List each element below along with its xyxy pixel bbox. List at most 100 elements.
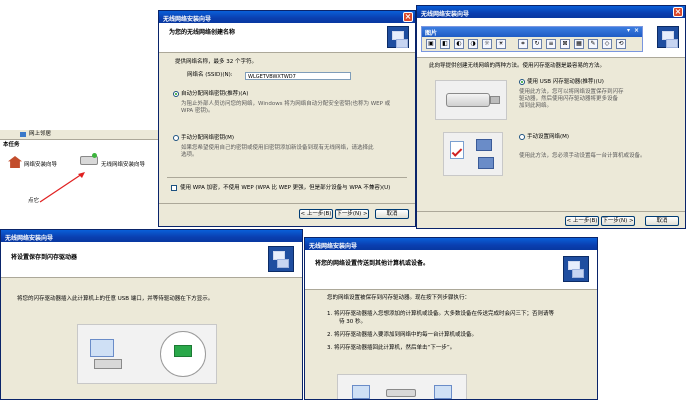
auto-key-label[interactable]: 自动分配网络密钥(推荐)(A) [181,91,248,98]
header-title: 为您的无线网络创建名称 [169,29,236,36]
line-style-icon[interactable]: ≡ [546,39,556,49]
more-contrast-icon[interactable]: ◐ [454,39,464,49]
wizard-header: 将您的网络设置传送到其他计算机或设备。 [305,250,597,290]
window-title-bar[interactable]: 无线网络安装向导 [305,238,597,250]
wireless-badge-icon [92,153,97,158]
step-1b: 待 30 秒。 [339,319,366,325]
wpa-checkbox[interactable] [171,185,177,191]
toolbar-title-bar[interactable]: 图片 ▾ × [422,27,642,37]
auto-key-desc-2: WPA 密钥)。 [181,108,214,114]
manual-key-desc-1: 如果您希望使用自己的密钥或使用旧密钥添加新设备到现有无线网络，请选择此 [181,145,374,151]
ssid-label: 网络名 (SSID)(N): [187,72,233,78]
manual-key-label[interactable]: 手动分配网络密钥(M) [181,135,234,142]
computer-base-icon [94,359,122,369]
insert-picture-icon[interactable]: ▣ [426,39,436,49]
window-title-bar[interactable]: 无线网络安装向导 [417,6,685,18]
cancel-button[interactable]: 取消 [375,209,409,219]
intro-text: 您的网络设置被保存到闪存驱动器。现在按下列步骤执行： [327,295,471,301]
wizard-window-transfer-settings: 无线网络安装向导 将您的网络设置传送到其他计算机或设备。 您的网络设置被保存到闪… [304,237,598,400]
wizard-header: 将设置保存到闪存驱动器 [1,242,302,278]
body-text: 将您的闪存驱动器插入此计算机上的任意 USB 端口，并等待驱动器在下方显示。 [17,296,214,302]
computer-icon [90,339,114,357]
divider [417,211,685,212]
intro-text: 提供网络名称，最多 32 个字符。 [175,59,257,65]
next-button[interactable]: 下一步(N) > [601,216,635,226]
manual-key-radio[interactable] [173,135,179,141]
toolbar-menu-icon[interactable]: ▾ [627,27,630,34]
usb-option-label[interactable]: 使用 USB 闪存驱动器(推荐)(U) [527,79,604,86]
auto-key-desc-1: 为阻止外部人员访问您的网络，Windows 将为网络自动分配安全密钥(也称为 W… [181,101,391,107]
wireless-wizard-icon [387,26,409,48]
image-control-icon[interactable]: ◧ [440,39,450,49]
manual-key-desc-2: 选项。 [181,152,198,158]
intro-text: 此向导提供创建无线网络的两种方法。使用闪存驱动器是最容易的方法。 [429,63,606,69]
computer-icon [478,157,494,169]
window-title: 无线网络安装向导 [163,16,212,23]
close-icon[interactable]: × [403,12,413,22]
wireless-wizard-icon [268,246,294,272]
less-contrast-icon[interactable]: ◑ [468,39,478,49]
wireless-wizard-icon [563,256,589,282]
wizard-window-save-to-flash: 无线网络安装向导 将设置保存到闪存驱动器 将您的闪存驱动器插入此计算机上的任意 … [0,229,303,400]
computer-icon [476,139,492,151]
close-icon[interactable]: × [673,7,683,17]
address-bar[interactable]: 网上邻居 [0,130,160,140]
window-title: 无线网络安装向导 [309,243,358,250]
ssid-input[interactable]: WLGETVBWXTWD7 [245,72,351,80]
wizard-window-create-name: 无线网络安装向导 × 为您的无线网络创建名称 提供网络名称，最多 32 个字符。… [158,10,416,227]
flash-illustration [77,324,217,384]
usb-connector-icon [490,96,500,104]
usb-drive-icon [386,389,416,397]
usb-plug-icon [174,345,192,357]
cancel-button[interactable]: 取消 [645,216,679,226]
transparent-color-icon[interactable]: ◇ [602,39,612,49]
usb-option-radio[interactable] [519,79,525,85]
usb-option-desc-2: 驱动器，然后使用闪存驱动器将更多设备 [519,96,619,102]
wizard-header: 图片 ▾ × ▣ ◧ ◐ ◑ ☼ ☀ ⌗ ↻ ≡ ⊠ ▦ ✎ ◇ ⟲ [417,18,685,58]
header-title: 将您的网络设置传送到其他计算机或设备。 [315,260,430,267]
usb-option-desc-3: 加到此网络。 [519,103,553,109]
header-title: 将设置保存到闪存驱动器 [11,254,78,261]
text-wrap-icon[interactable]: ▦ [574,39,584,49]
window-title: 无线网络安装向导 [421,11,470,18]
rotate-icon[interactable]: ↻ [532,39,542,49]
wpa-label[interactable]: 使用 WPA 加密，不使用 WEP (WPA 比 WEP 更强，但是部分设备与 … [180,185,390,192]
click-note: 点它 [28,198,40,204]
transfer-illustration [337,374,467,399]
wireless-wizard-item[interactable]: 无线网络安装向导 [101,162,145,169]
crop-icon[interactable]: ⌗ [518,39,528,49]
back-button[interactable]: < 上一步(B) [565,216,599,226]
divider [159,203,415,204]
window-title-bar[interactable]: 无线网络安装向导 [159,11,415,23]
wireless-wizard-icon [657,26,679,48]
compress-icon[interactable]: ⊠ [560,39,570,49]
wizard-window-setup-method: 无线网络安装向导 × 图片 ▾ × ▣ ◧ ◐ ◑ ☼ ☀ ⌗ ↻ ≡ ⊠ ▦ … [416,5,686,229]
auto-key-radio[interactable] [173,91,179,97]
task-pane-title: 本任务 [3,142,20,148]
format-picture-icon[interactable]: ✎ [588,39,598,49]
step-3: 3. 将闪存驱动器插回此计算机，然后单击“下一步”。 [327,345,456,351]
computer-icon [352,385,370,399]
more-brightness-icon[interactable]: ☼ [482,39,492,49]
manual-option-radio[interactable] [519,134,525,140]
back-button[interactable]: < 上一步(B) [299,209,333,219]
manual-illustration [443,132,503,176]
explorer-background: 网上邻居 本任务 网络安装向导 无线网络安装向导 点它 [0,128,160,228]
window-title: 无线网络安装向导 [5,235,54,242]
pointer-arrow [39,172,85,203]
step-1a: 1. 将闪存驱动器插入您想添加的计算机或设备。大多数设备在传送完成时会闪三下；否… [327,311,554,317]
less-brightness-icon[interactable]: ☀ [496,39,506,49]
picture-toolbar: 图片 ▾ × ▣ ◧ ◐ ◑ ☼ ☀ ⌗ ↻ ≡ ⊠ ▦ ✎ ◇ ⟲ [421,26,643,52]
next-button[interactable]: 下一步(N) > [335,209,369,219]
network-places-icon [20,132,26,137]
reset-picture-icon[interactable]: ⟲ [616,39,626,49]
window-title-bar[interactable]: 无线网络安装向导 [1,230,302,242]
manual-option-label[interactable]: 手动设置网络(M) [527,134,569,141]
step-2: 2. 将闪存驱动器插入要添加到网络中的每一台计算机或设备。 [327,332,477,338]
toolbar-title: 图片 [425,30,438,37]
network-setup-icon[interactable] [8,156,22,168]
address-label: 网上邻居 [29,131,52,137]
divider [167,177,407,178]
toolbar-close-icon[interactable]: × [634,27,639,34]
usb-option-desc-1: 使用此方法，您可以将网络设置保存到闪存 [519,89,624,95]
